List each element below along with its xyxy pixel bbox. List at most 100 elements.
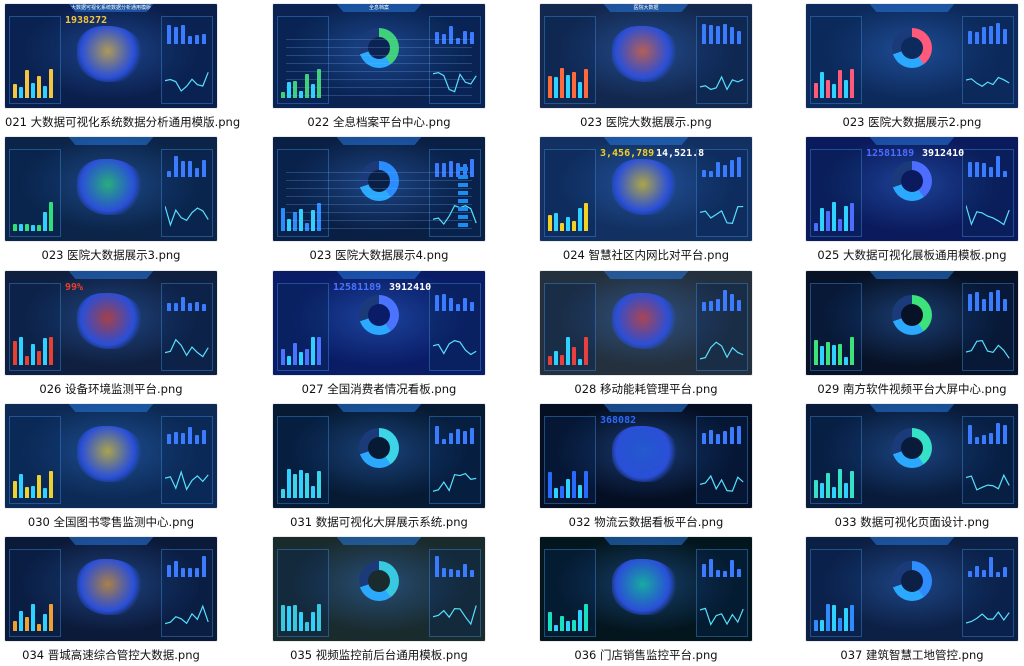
file-item[interactable]: 医院大数据 023 医院大数据展示.png (540, 4, 752, 132)
thumbnail-image[interactable]: 医院大数据 (540, 4, 752, 108)
bar (435, 425, 439, 444)
bar (202, 556, 206, 577)
row-action-button[interactable] (458, 223, 469, 227)
file-item[interactable]: 12581189 3912410 025 大数据可视化展板通用模板.png (806, 137, 1018, 265)
thumbnail-image[interactable]: 大数据可视化系统数据分析通用模版 1938272 (5, 4, 217, 108)
bar (43, 211, 47, 231)
file-name-label[interactable]: 026 设备环境监测平台.png (5, 381, 217, 397)
file-name-label[interactable]: 035 视频监控前后台通用模板.png (273, 647, 485, 663)
thumbnail-image[interactable]: 3,456,789 14,521.8 (540, 137, 752, 241)
row-action-button[interactable] (458, 183, 469, 187)
thumbnail-image[interactable] (540, 271, 752, 375)
file-item[interactable]: 368082 032 物流云数据看板平台.png (540, 404, 752, 532)
file-item[interactable]: 12581189 3912410 027 全国消费者情况看板.png (273, 271, 485, 399)
thumbnail-image[interactable]: 全息档案 (273, 4, 485, 108)
thumbnail-image[interactable] (5, 537, 217, 641)
file-name-label[interactable]: 021 大数据可视化系统数据分析通用模版.png (5, 114, 240, 130)
row-action-button[interactable] (458, 215, 469, 219)
file-name-label[interactable]: 033 数据可视化页面设计.png (806, 514, 1018, 530)
file-name-label[interactable]: 034 晋城高速综合管控大数据.png (5, 647, 217, 663)
bar (1003, 28, 1007, 44)
bar (287, 605, 291, 631)
file-item[interactable]: 029 南方软件视频平台大屏中心.png (806, 271, 1018, 399)
line-series (165, 72, 209, 92)
mini-bar-chart (702, 422, 742, 444)
bar (566, 478, 570, 498)
bar (167, 171, 171, 177)
thumbnail-image[interactable] (5, 137, 217, 241)
thumbnail-image[interactable] (806, 404, 1018, 508)
file-name-label[interactable]: 029 南方软件视频平台大屏中心.png (806, 381, 1018, 397)
thumbnail-image[interactable] (806, 4, 1018, 108)
row-action-button[interactable] (458, 191, 469, 195)
line-chart (165, 470, 209, 491)
file-item[interactable]: 023 医院大数据展示4.png (273, 137, 485, 265)
thumbnail-image[interactable] (806, 271, 1018, 375)
thumbnail-image[interactable]: 368082 (540, 404, 752, 508)
thumbnail-image[interactable] (806, 537, 1018, 641)
donut-hole (368, 570, 390, 592)
file-name-label[interactable]: 023 医院大数据展示.png (540, 114, 752, 130)
file-item[interactable]: 028 移动能耗管理平台.png (540, 271, 752, 399)
file-name-label[interactable]: 030 全国图书零售监测中心.png (5, 514, 217, 530)
file-item[interactable]: 99% 026 设备环境监测平台.png (5, 271, 217, 399)
file-item[interactable]: 023 医院大数据展示2.png (806, 4, 1018, 132)
thumbnail-image[interactable] (540, 537, 752, 641)
file-item[interactable]: 大数据可视化系统数据分析通用模版 1938272 021 大数据可视化系统数据分析通… (5, 4, 240, 132)
thumbnail-image[interactable] (273, 404, 485, 508)
thumbnail-image[interactable] (5, 404, 217, 508)
bar (456, 304, 460, 311)
bar (299, 612, 303, 631)
thumb-header (869, 4, 955, 12)
file-item[interactable]: 037 建筑智慧工地管控.png (806, 537, 1018, 665)
file-name-label[interactable]: 025 大数据可视化展板通用模板.png (806, 247, 1018, 263)
file-name-label[interactable]: 036 门店销售监控平台.png (540, 647, 752, 663)
file-name-label[interactable]: 022 全息档案平台中心.png (273, 114, 485, 130)
file-item[interactable]: 031 数据可视化大屏展示系统.png (273, 404, 485, 532)
file-item[interactable]: 030 全国图书零售监测中心.png (5, 404, 217, 532)
thumb-header: 全息档案 (336, 4, 422, 12)
table-row (285, 66, 473, 72)
donut-chart (359, 561, 399, 601)
file-name-label[interactable]: 037 建筑智慧工地管控.png (806, 647, 1018, 663)
thumb-header (68, 137, 154, 145)
file-name-label[interactable]: 032 物流云数据看板平台.png (540, 514, 752, 530)
row-action-button[interactable] (458, 199, 469, 203)
file-item[interactable]: 3,456,789 14,521.8 024 智慧社区内网比对平台.png (540, 137, 752, 265)
file-name-label[interactable]: 031 数据可视化大屏展示系统.png (273, 514, 485, 530)
row-action-button[interactable] (458, 207, 469, 211)
file-name-label[interactable]: 027 全国消费者情况看板.png (273, 381, 485, 397)
line-chart (433, 339, 477, 356)
row-action-button[interactable] (458, 167, 469, 171)
file-item[interactable]: 034 晋城高速综合管控大数据.png (5, 537, 217, 665)
bar (730, 560, 734, 577)
file-name-label[interactable]: 023 医院大数据展示2.png (806, 114, 1018, 130)
bar (832, 344, 836, 365)
thumbnail-image[interactable]: 99% (5, 271, 217, 375)
thumbnail-image[interactable] (273, 537, 485, 641)
bar (548, 472, 552, 498)
file-name-label[interactable]: 023 医院大数据展示4.png (273, 247, 485, 263)
thumbnail-image[interactable] (273, 137, 485, 241)
bar (554, 351, 558, 365)
file-item[interactable]: 033 数据可视化页面设计.png (806, 404, 1018, 532)
thumb-header (336, 404, 422, 412)
bar (174, 302, 178, 311)
thumbnail-image[interactable]: 12581189 3912410 (273, 271, 485, 375)
file-name-label[interactable]: 023 医院大数据展示3.png (5, 247, 217, 263)
file-item[interactable]: 全息档案 022 全息档案平台中心.png (273, 4, 485, 132)
row-action-button[interactable] (458, 175, 469, 179)
file-item[interactable]: 035 视频监控前后台通用模板.png (273, 537, 485, 665)
file-item[interactable]: 036 门店销售监控平台.png (540, 537, 752, 665)
bar (181, 297, 185, 311)
file-name-label[interactable]: 028 移动能耗管理平台.png (540, 381, 752, 397)
line-series (966, 339, 1010, 359)
headline-number-secondary: 3912410 (389, 282, 432, 293)
thumbnail-image[interactable]: 12581189 3912410 (806, 137, 1018, 241)
line-chart (165, 205, 209, 227)
map-graphic (77, 426, 145, 482)
file-item[interactable]: 023 医院大数据展示3.png (5, 137, 217, 265)
file-name-label[interactable]: 024 智慧社区内网比对平台.png (540, 247, 752, 263)
bar (566, 217, 570, 231)
bar (31, 486, 35, 498)
